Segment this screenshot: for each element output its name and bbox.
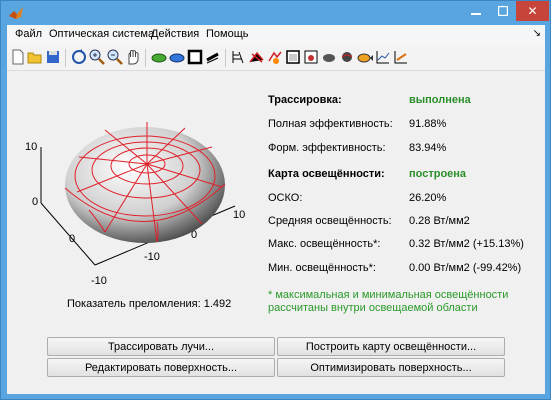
fish-icon[interactable] [356, 48, 374, 66]
matlab-app-icon [9, 7, 23, 19]
build-map-button[interactable]: Построить карту освещённости... [277, 337, 505, 356]
title-bar[interactable]: ✕ [1, 1, 550, 25]
trace-status: выполнена [409, 94, 471, 106]
full-efficiency-value: 91.88% [409, 118, 447, 130]
rotate-3d-icon[interactable] [70, 48, 88, 66]
chart-icon[interactable] [374, 48, 392, 66]
window-icon[interactable] [284, 48, 302, 66]
refraction-index-row: Показатель преломления: 1.492 [67, 298, 231, 310]
note-line: рассчитаны внутри освещаемой области [268, 302, 478, 314]
form-efficiency-value: 83.94% [409, 142, 447, 154]
rms-label: ОСКО: [268, 192, 303, 204]
beam-icon[interactable] [204, 48, 222, 66]
y-tick-label: 0 [69, 233, 75, 245]
full-efficiency-label: Полная эффективность: [268, 118, 393, 130]
maximize-icon [497, 6, 508, 16]
refraction-value: 1.492 [203, 298, 232, 310]
trace-rays-button[interactable]: Трассировать лучи... [47, 337, 275, 356]
x-tick-label: -10 [144, 251, 160, 263]
y-tick-label: -10 [91, 275, 107, 287]
open-folder-icon[interactable] [26, 48, 44, 66]
form-efficiency-label: Форм. эффективность: [268, 142, 386, 154]
trace-title: Трассировка: [268, 94, 342, 106]
source-icon[interactable] [266, 48, 284, 66]
client-area: Файл Оптическая система Действия Помощь … [7, 25, 545, 394]
green-lens-icon[interactable] [150, 48, 168, 66]
chart-arrow-icon[interactable] [392, 48, 410, 66]
x-tick-label: 10 [233, 209, 245, 221]
z-tick-label: 10 [25, 141, 37, 153]
maximize-button[interactable] [489, 1, 516, 21]
refraction-label: Показатель преломления: [67, 298, 201, 310]
avg-illuminance-label: Средняя освещённость: [268, 215, 392, 227]
min-illuminance-value: 0.00 Вт/мм2 (-99.42%) [409, 262, 522, 274]
ellipsoid-icon[interactable] [320, 48, 338, 66]
map-status: построена [409, 168, 467, 180]
ray-trace-icon[interactable] [248, 48, 266, 66]
blue-lens-icon[interactable] [168, 48, 186, 66]
surface-body [65, 127, 225, 243]
optimize-surface-button[interactable]: Оптимизировать поверхность... [277, 358, 505, 377]
max-illuminance-value: 0.32 Вт/мм2 (+15.13%) [409, 238, 524, 250]
toolbar-separator [145, 49, 146, 67]
black-square-icon[interactable] [186, 48, 204, 66]
toolbar-separator [225, 49, 226, 67]
avg-illuminance-value: 0.28 Вт/мм2 [409, 215, 470, 227]
note-line: * максимальная и минимальная освещённост… [268, 289, 509, 301]
menu-actions[interactable]: Действия [151, 28, 199, 40]
sphere-icon[interactable] [338, 48, 356, 66]
new-file-icon[interactable] [9, 48, 27, 66]
rms-value: 26.20% [409, 192, 447, 204]
min-illuminance-label: Мин. освещённость*: [268, 262, 376, 274]
illuminance-note: * максимальная и минимальная освещённост… [268, 289, 508, 315]
menu-bar: Файл Оптическая система Действия Помощь … [7, 25, 545, 45]
map-title: Карта освещённости: [268, 168, 385, 180]
minimize-button[interactable] [462, 1, 489, 21]
toolbar-separator [65, 49, 66, 67]
menu-optical-system[interactable]: Оптическая система [49, 28, 154, 40]
z-tick-label: 0 [32, 196, 38, 208]
edit-surface-button[interactable]: Редактировать поверхность... [47, 358, 275, 377]
ray-grid-icon[interactable] [230, 48, 248, 66]
menu-file[interactable]: Файл [15, 28, 42, 40]
close-button[interactable]: ✕ [516, 1, 549, 21]
menu-help[interactable]: Помощь [206, 28, 249, 40]
surface-plot[interactable]: 10 0 0 -10 -10 0 10 [7, 72, 267, 302]
max-illuminance-label: Макс. освещённость*: [268, 238, 381, 250]
zoom-out-icon[interactable] [106, 48, 124, 66]
toolbar [7, 45, 545, 71]
app-window: ✕ Файл Оптическая система Действия Помощ… [0, 0, 551, 400]
zoom-in-icon[interactable] [88, 48, 106, 66]
save-icon[interactable] [44, 48, 62, 66]
minimize-icon [470, 13, 481, 15]
menu-dock-arrow-icon[interactable]: ↘ [533, 28, 541, 39]
pan-hand-icon[interactable] [124, 48, 142, 66]
image-icon[interactable] [302, 48, 320, 66]
